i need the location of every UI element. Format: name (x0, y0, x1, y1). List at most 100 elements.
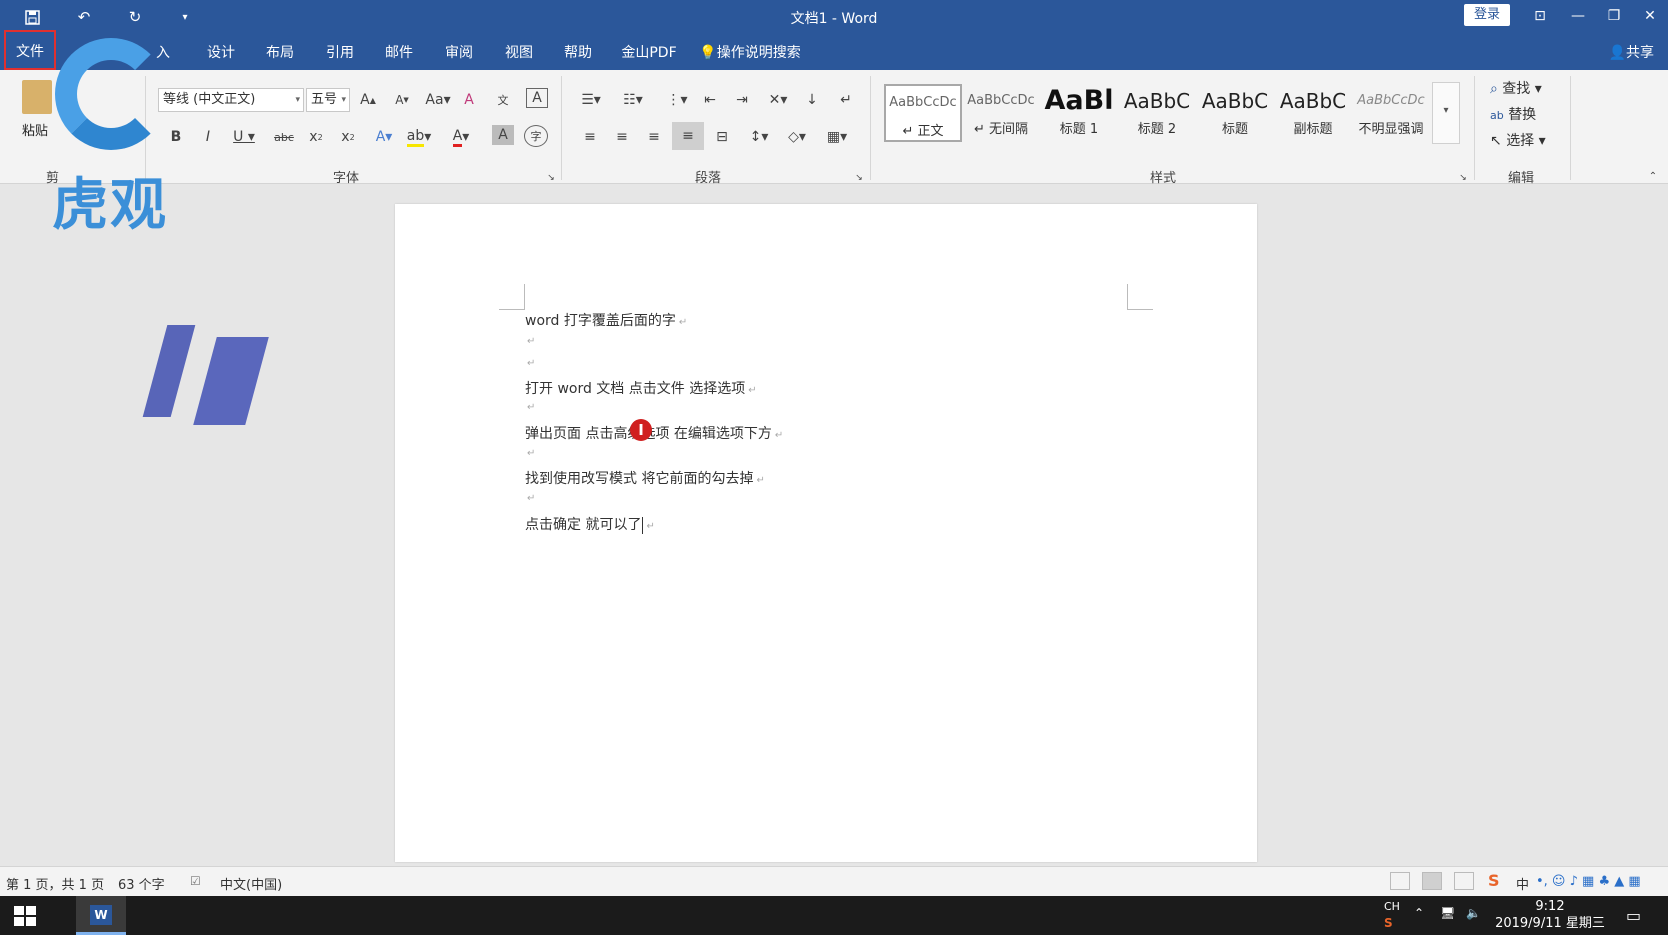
paragraph-mark: ↵ (527, 448, 536, 459)
align-right-icon[interactable]: ≡ (642, 125, 666, 149)
volume-icon[interactable]: 🔈 (1466, 906, 1481, 920)
tab-references[interactable]: 引用 (322, 40, 358, 66)
sogou-ime-icon[interactable]: S (1488, 871, 1500, 890)
sogou-tray-icon[interactable]: S (1384, 916, 1393, 930)
character-shading-icon[interactable]: A (492, 125, 514, 145)
grow-font-icon[interactable]: A ▲ (358, 88, 378, 112)
ribbon-display-options-icon[interactable]: ⊡ (1526, 4, 1554, 28)
style-title[interactable]: AaBbC 标题 (1196, 84, 1274, 142)
styles-dialog-launcher-icon[interactable]: ↘ (1458, 166, 1468, 190)
shading-icon[interactable]: ◇▾ (780, 125, 814, 149)
font-name-combo[interactable]: 等线 (中文正文) ▾ (158, 88, 304, 112)
font-color-icon[interactable]: A ▾ (446, 125, 476, 149)
collapse-ribbon-icon[interactable]: ⌃ (1646, 164, 1660, 188)
style-subtitle[interactable]: AaBbC 副标题 (1274, 84, 1352, 142)
paste-label[interactable]: 粘贴 (22, 120, 48, 139)
font-size-combo[interactable]: 五号 ▾ (306, 88, 350, 112)
bold-icon[interactable]: B (166, 125, 186, 149)
divider (870, 76, 871, 180)
language-indicator[interactable]: 中文(中国) (220, 874, 282, 893)
taskbar-word-app[interactable]: W (76, 896, 126, 935)
strikethrough-icon[interactable]: abc (272, 125, 296, 149)
paragraph-mark: ↵ (756, 475, 765, 486)
style-subtle-emphasis[interactable]: AaBbCcDc 不明显强调 (1352, 84, 1430, 142)
replace-button[interactable]: ab 替换 (1490, 104, 1536, 124)
show-marks-icon[interactable]: ↵ (834, 88, 858, 112)
show-hidden-icons-icon[interactable]: ⌃ (1414, 906, 1424, 920)
page-count[interactable]: 第 1 页，共 1 页 (6, 874, 104, 893)
windows-start-icon[interactable] (14, 906, 36, 926)
tab-file[interactable]: 文件 (4, 30, 56, 70)
find-button[interactable]: ⌕ 查找 ▾ (1490, 78, 1542, 98)
line-spacing-icon[interactable]: ↕▾ (744, 125, 774, 149)
network-icon[interactable]: 🖥 (1440, 906, 1455, 920)
proofing-icon[interactable]: ☑ (190, 874, 201, 888)
word-count[interactable]: 63 个字 (118, 874, 165, 893)
minimize-button[interactable]: — (1564, 4, 1592, 28)
multilevel-list-icon[interactable]: ⋮▾ (660, 88, 694, 112)
decrease-indent-icon[interactable]: ⇤ (698, 88, 722, 112)
superscript-icon[interactable]: x2 (336, 125, 360, 149)
justify-icon[interactable]: ≡ (672, 122, 704, 150)
distributed-icon[interactable]: ⊟ (710, 125, 734, 149)
tab-mailings[interactable]: 邮件 (381, 40, 417, 66)
subscript-icon[interactable]: x2 (304, 125, 328, 149)
chevron-down-icon: ▾ (341, 95, 346, 105)
lightbulb-icon: 💡 (699, 45, 717, 61)
paragraph-dialog-launcher-icon[interactable]: ↘ (854, 166, 864, 190)
clear-formatting-icon[interactable]: A (458, 88, 480, 112)
ime-mode[interactable]: 中 (1516, 874, 1529, 893)
character-border-icon[interactable]: A (526, 88, 548, 108)
chinese-layout-icon[interactable]: ✕▾ (764, 88, 792, 112)
restore-button[interactable]: ❐ (1600, 4, 1628, 28)
web-layout-icon[interactable] (1454, 872, 1474, 890)
tab-layout[interactable]: 布局 (262, 40, 298, 66)
doc-paragraph: 打开 word 文档 点击文件 选择选项 ↵ (525, 381, 757, 397)
text-caret (642, 516, 644, 534)
tab-review[interactable]: 审阅 (441, 40, 477, 66)
align-left-icon[interactable]: ≡ (578, 125, 602, 149)
tab-wps-pdf[interactable]: 金山PDF (620, 40, 678, 66)
document-page[interactable]: word 打字覆盖后面的字 ↵ ↵ ↵ 打开 word 文档 点击文件 选择选项 ↵… (395, 204, 1257, 862)
ime-toolbar-icons[interactable]: •, ☺ ♪ ▦ ♣ ▲ ▦ (1536, 874, 1641, 889)
tab-design[interactable]: 设计 (203, 40, 239, 66)
paste-icon[interactable] (22, 80, 52, 114)
read-mode-icon[interactable] (1390, 872, 1410, 890)
doc-paragraph: 弹出页面 点击高级选项 在编辑选项下方 ↵ (525, 426, 784, 442)
select-button[interactable]: ↖ 选择 ▾ (1490, 130, 1546, 150)
numbering-icon[interactable]: ☷▾ (616, 88, 650, 112)
ime-indicator[interactable]: CH (1384, 900, 1400, 913)
ribbon-tabs: 文件 入 设计 布局 引用 邮件 审阅 视图 帮助 金山PDF 💡操作说明搜索 … (0, 30, 1668, 70)
align-center-icon[interactable]: ≡ (610, 125, 634, 149)
font-dialog-launcher-icon[interactable]: ↘ (546, 166, 556, 190)
notifications-icon[interactable]: ▭ (1626, 906, 1641, 925)
style-heading-2[interactable]: AaBbC 标题 2 (1118, 84, 1196, 142)
styles-group-label: 样式 (1150, 171, 1177, 186)
enclose-characters-icon[interactable]: 字 (524, 125, 548, 147)
highlight-icon[interactable]: ab ▾ (404, 125, 434, 149)
borders-icon[interactable]: ▦▾ (820, 125, 854, 149)
text-effects-icon[interactable]: A▾ (370, 125, 398, 149)
shrink-font-icon[interactable]: A ▼ (392, 88, 412, 112)
italic-icon[interactable]: I (198, 125, 218, 149)
clock-date: 2019/9/11 星期三 (1495, 916, 1605, 931)
bullets-icon[interactable]: ☰▾ (576, 88, 606, 112)
login-button[interactable]: 登录 (1464, 4, 1510, 26)
share-button[interactable]: 👤共享 (1609, 42, 1654, 62)
style-normal[interactable]: AaBbCcDc ↵ 正文 (884, 84, 962, 142)
phonetic-guide-icon[interactable]: 文 (492, 88, 514, 112)
styles-gallery-scroll[interactable]: ▾ (1432, 82, 1460, 144)
tab-help[interactable]: 帮助 (560, 40, 596, 66)
print-layout-icon[interactable] (1422, 872, 1442, 890)
tab-view[interactable]: 视图 (501, 40, 537, 66)
style-no-spacing[interactable]: AaBbCcDc ↵ 无间隔 (962, 84, 1040, 142)
increase-indent-icon[interactable]: ⇥ (730, 88, 754, 112)
change-case-icon[interactable]: Aa▾ (424, 88, 452, 112)
system-clock[interactable]: 9:12 2019/9/11 星期三 (1490, 898, 1610, 932)
word-icon: W (90, 905, 112, 925)
close-button[interactable]: ✕ (1636, 4, 1664, 28)
style-heading-1[interactable]: AaBl 标题 1 (1040, 84, 1118, 142)
tell-me-search[interactable]: 💡操作说明搜索 (698, 40, 802, 66)
sort-icon[interactable]: ↓ (800, 88, 824, 112)
underline-icon[interactable]: U ▾ (230, 125, 258, 149)
